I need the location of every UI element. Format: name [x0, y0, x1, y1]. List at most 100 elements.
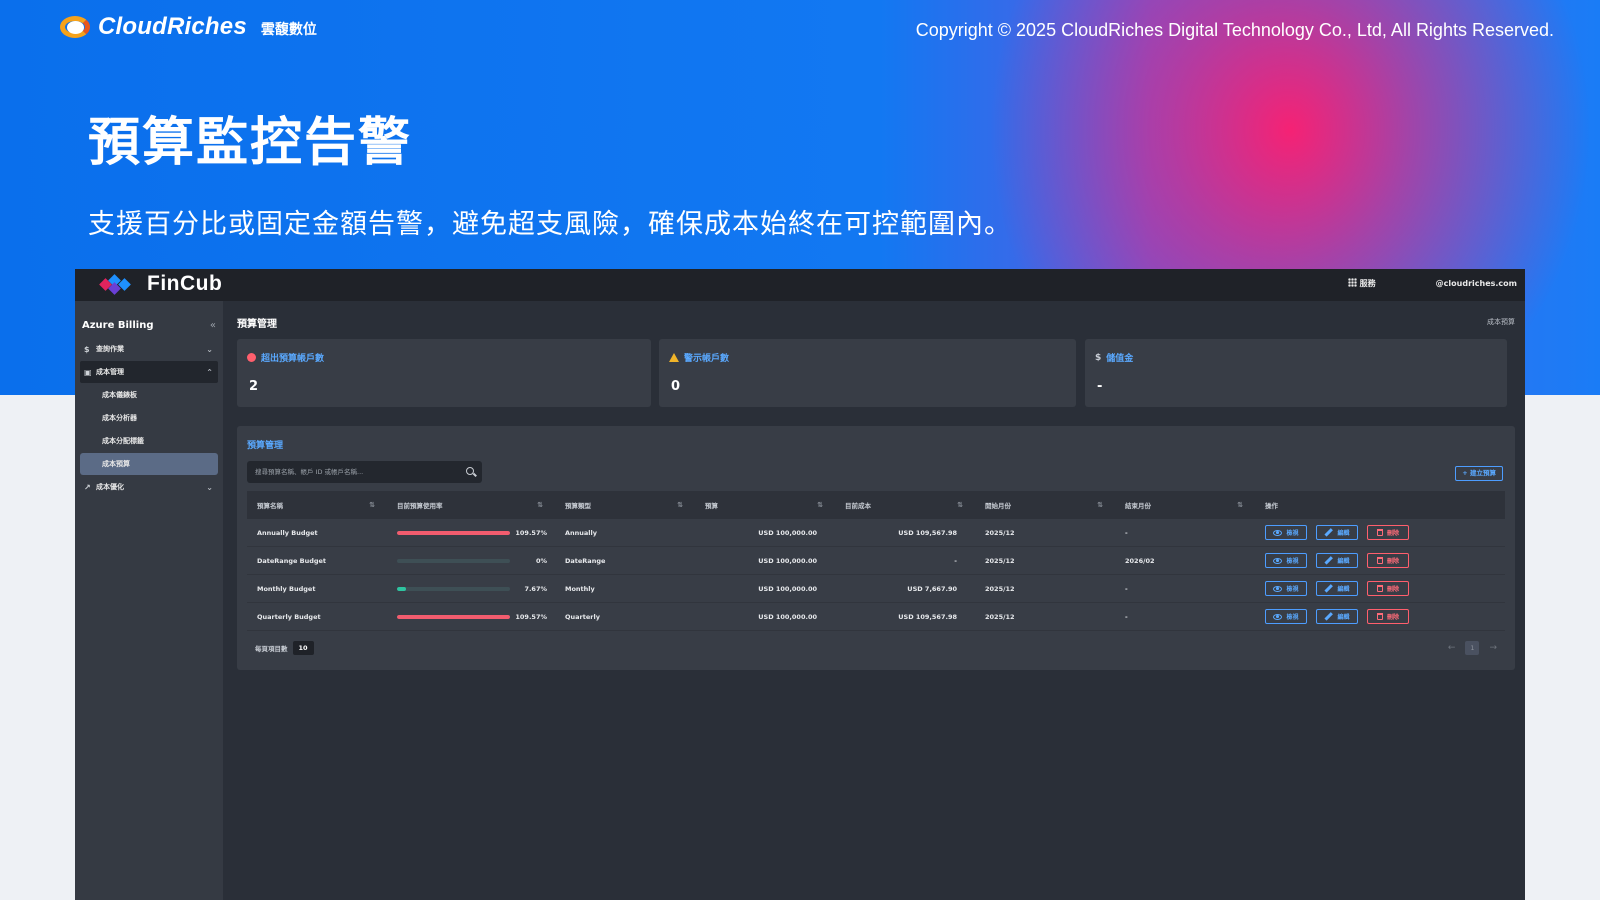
column-header-cost[interactable]: 目前成本 ⇅ — [835, 491, 975, 519]
start-month: 2025/12 — [985, 528, 1015, 537]
delete-label: 刪除 — [1386, 586, 1399, 593]
column-header-budget[interactable]: 預算 ⇅ — [695, 491, 835, 519]
budget-amount: USD 100,000.00 — [758, 528, 817, 537]
chart-icon: ▣ — [84, 367, 92, 377]
budget-panel: 預算管理 + 建立預算 預算名稱⇅ 目前預算使用率⇅ 預算類型⇅ 預算⇅ 目前成… — [237, 426, 1515, 670]
brand-subtitle: 雲馥數位 — [260, 22, 317, 38]
main-content: 預算管理 成本預算 超出預算帳戶數 2 警示帳戶數 0 $ 儲值金 - 預算管理 … — [223, 301, 1525, 900]
edit-button[interactable]: 編輯 — [1316, 553, 1358, 568]
column-header-start[interactable]: 開始月份 ⇅ — [975, 491, 1115, 519]
budget-name: Quarterly Budget — [257, 612, 321, 621]
sidebar-subitem-analyzer[interactable]: 成本分析器 — [80, 407, 218, 429]
budget-type: Monthly — [565, 584, 595, 593]
budget-amount: USD 100,000.00 — [758, 556, 817, 565]
arrow-right-icon[interactable]: → — [1489, 643, 1497, 653]
start-month: 2025/12 — [985, 556, 1015, 565]
usage-percent: 109.57% — [515, 612, 547, 621]
edit-label: 編輯 — [1337, 558, 1350, 565]
usage-progress-bar — [397, 586, 510, 591]
card-label-text: 超出預算帳戶數 — [261, 354, 325, 364]
column-header-usage[interactable]: 目前預算使用率 ⇅ — [387, 491, 555, 519]
cloudriches-logo-icon — [58, 12, 92, 42]
current-cost: USD 109,567.98 — [898, 528, 957, 537]
end-month: 2026/02 — [1125, 556, 1155, 565]
table-row: DateRange Budget 0% DateRange USD 100,00… — [247, 547, 1505, 575]
budget-name: Annually Budget — [257, 528, 318, 537]
sort-icon[interactable]: ⇅ — [1097, 501, 1103, 509]
fincub-logo[interactable]: FinCub — [99, 272, 222, 296]
sort-icon[interactable]: ⇅ — [957, 501, 963, 509]
budget-type: Quarterly — [565, 612, 600, 621]
sort-icon[interactable]: ⇅ — [1237, 501, 1243, 509]
delete-button[interactable]: 刪除 — [1367, 581, 1409, 596]
budget-type: Annually — [565, 528, 597, 537]
usage-progress-bar — [397, 530, 510, 535]
budget-type: DateRange — [565, 556, 606, 565]
chevron-down-icon: ⌄ — [206, 482, 213, 492]
column-header-type[interactable]: 預算類型 ⇅ — [555, 491, 695, 519]
sidebar-subitem-dashboard[interactable]: 成本儀錶板 — [80, 384, 218, 406]
sidebar-item-label: 成本優化 — [96, 483, 124, 491]
double-chevron-left-icon[interactable]: « — [210, 320, 216, 331]
view-button[interactable]: 檢視 — [1265, 525, 1307, 540]
usage-percent: 7.67% — [524, 584, 547, 593]
start-month: 2025/12 — [985, 612, 1015, 621]
topbar-right: 服務 @cloudriches.com — [1347, 278, 1517, 289]
usage-cell: 7.67% — [387, 575, 555, 602]
sidebar-subitem-budget[interactable]: 成本預算 — [80, 453, 218, 475]
table-body: Annually Budget 109.57% Annually USD 100… — [247, 519, 1505, 631]
edit-button[interactable]: 編輯 — [1316, 581, 1358, 596]
sort-icon[interactable]: ⇅ — [537, 501, 543, 509]
trend-icon: ↗ — [84, 482, 91, 492]
sidebar-item-query[interactable]: $ 查詢作業 ⌄ — [80, 338, 218, 360]
pencil-icon — [1324, 584, 1334, 593]
breadcrumb[interactable]: 成本預算 — [1487, 317, 1515, 327]
sort-icon[interactable]: ⇅ — [677, 501, 683, 509]
page-size-select[interactable]: 10 — [292, 641, 314, 655]
actions-cell: 檢視 編輯 刪除 — [1255, 519, 1505, 546]
brand-name: CloudRiches — [98, 13, 247, 40]
sidebar-item-cost-management[interactable]: ▣ 成本管理 ⌃ — [80, 361, 218, 383]
card-stored-value: $ 儲值金 - — [1085, 339, 1507, 407]
usage-progress-fill — [397, 614, 510, 619]
sidebar-item-optimization[interactable]: ↗ 成本優化 ⌄ — [80, 476, 218, 498]
view-button[interactable]: 檢視 — [1265, 609, 1307, 624]
delete-button[interactable]: 刪除 — [1367, 609, 1409, 624]
view-button[interactable]: 檢視 — [1265, 553, 1307, 568]
arrow-left-icon[interactable]: ← — [1448, 643, 1456, 653]
card-label: 警示帳戶數 — [669, 351, 729, 364]
actions-cell: 檢視 編輯 刪除 — [1255, 575, 1505, 602]
sidebar-subitem-allocation-tags[interactable]: 成本分配標籤 — [80, 430, 218, 452]
page-number[interactable]: 1 — [1465, 641, 1480, 655]
usage-progress-bar — [397, 614, 510, 619]
edit-button[interactable]: 編輯 — [1316, 609, 1358, 624]
end-month: - — [1125, 584, 1128, 593]
start-month: 2025/12 — [985, 584, 1015, 593]
card-label: 超出預算帳戶數 — [247, 351, 324, 364]
search-icon[interactable] — [466, 467, 474, 475]
user-email[interactable]: @cloudriches.com — [1436, 279, 1517, 288]
edit-button[interactable]: 編輯 — [1316, 525, 1358, 540]
delete-button[interactable]: 刪除 — [1367, 553, 1409, 568]
sidebar-title: Azure Billing — [82, 319, 154, 331]
actions-cell: 檢視 編輯 刪除 — [1255, 547, 1505, 574]
pencil-icon — [1324, 612, 1334, 621]
view-button[interactable]: 檢視 — [1265, 581, 1307, 596]
panel-title: 預算管理 — [247, 441, 284, 451]
delete-button[interactable]: 刪除 — [1367, 525, 1409, 540]
table-row: Quarterly Budget 109.57% Quarterly USD 1… — [247, 603, 1505, 631]
column-header-end[interactable]: 結束月份 ⇅ — [1115, 491, 1255, 519]
slide-title: 預算監控告警 — [88, 113, 413, 173]
error-icon — [247, 353, 256, 362]
sidebar-item-label: 成本管理 — [96, 368, 124, 376]
pencil-icon — [1324, 556, 1334, 565]
cloudriches-logo: CloudRiches 雲馥數位 — [58, 12, 317, 42]
sort-icon[interactable]: ⇅ — [369, 501, 375, 509]
sort-icon[interactable]: ⇅ — [817, 501, 823, 509]
column-header-name[interactable]: 預算名稱 ⇅ — [247, 491, 387, 519]
create-budget-button[interactable]: + 建立預算 — [1455, 466, 1503, 481]
delete-label: 刪除 — [1386, 614, 1399, 621]
search-input[interactable] — [255, 461, 455, 483]
search-box — [247, 461, 482, 483]
services-menu[interactable]: 服務 — [1347, 278, 1376, 289]
